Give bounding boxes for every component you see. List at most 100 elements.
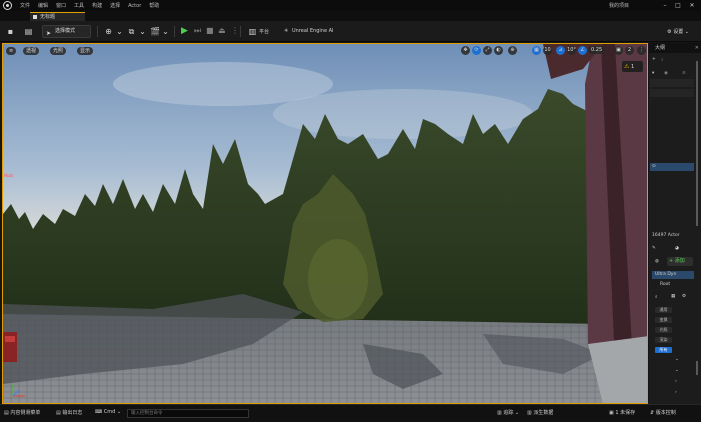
level-viewport[interactable]: ≡ 透视 光照 显示 ✥ ⟳ ⤢ ◐ ⊕ ▦ 10 ⊿ 10° ∠ 0.25 ▣… [2, 43, 648, 404]
derived-data-button[interactable]: ▥ 派生数据 [527, 409, 553, 416]
add-actor-icon[interactable]: ⊕ [104, 27, 113, 36]
camera-speed-icon[interactable]: ▣ [614, 46, 623, 55]
minimize-button[interactable]: – [660, 1, 670, 10]
blueprint-icon[interactable]: ⧉ [127, 27, 136, 36]
arrow-icon[interactable]: › [675, 379, 677, 384]
arrow-icon[interactable]: › [675, 390, 677, 395]
viewport-lit-button[interactable]: 光照 [50, 47, 67, 55]
tab-level[interactable]: 无标题 [30, 12, 85, 21]
settings-label: 设置 [673, 29, 684, 35]
gear-icon[interactable]: ⚙ [682, 294, 686, 299]
component-icon[interactable]: ◍ [655, 259, 659, 264]
chevron-down-icon[interactable]: ⌄ [161, 27, 170, 36]
close-button[interactable]: ✕ [687, 1, 697, 10]
viewport-overlay-text: Huts [4, 173, 14, 178]
chevron-down-icon[interactable]: ⌄ [138, 27, 147, 36]
add-icon[interactable]: + [652, 57, 656, 62]
platforms-label[interactable]: 平台 [259, 28, 269, 35]
filter-general-button[interactable]: 通用 [655, 307, 672, 313]
source-control-button[interactable]: ⇵ 版本控制 [650, 409, 676, 416]
stop-icon[interactable]: ■ [206, 26, 214, 36]
details-scrollbar[interactable] [696, 361, 698, 375]
content-browser-icon[interactable]: ▤ [24, 27, 33, 36]
chevron-down-icon[interactable]: ⌄ [115, 27, 124, 36]
layout-icon[interactable]: ▦ [671, 294, 675, 299]
warning-badge[interactable]: ⚠ 1 [622, 61, 643, 72]
menu-edit[interactable]: 编辑 [38, 2, 48, 9]
filter-icon[interactable]: ▾ [652, 71, 654, 76]
tab-bar: 无标题 [0, 11, 701, 21]
chevron-down-icon[interactable]: ⌄ [675, 368, 679, 373]
scale-icon[interactable]: ⤢ [483, 46, 492, 55]
menu-help[interactable]: 帮助 [149, 2, 159, 9]
unsaved-button[interactable]: ▣ 1 未保存 [609, 409, 635, 416]
warning-count: 1 [630, 64, 635, 70]
cmd-button[interactable]: ⌨ Cmd ⌄ [95, 409, 121, 415]
scale-snap-icon[interactable]: ∠ [578, 46, 587, 55]
filter-lighting-button[interactable]: 光照 [655, 327, 672, 333]
world-local-icon[interactable]: ⊕ [508, 46, 517, 55]
cinematics-icon[interactable]: 🎬 [150, 27, 160, 36]
menu-actor[interactable]: Actor [128, 3, 141, 9]
type-icon[interactable]: ≡ [682, 71, 686, 76]
surface-snap-icon[interactable]: ◐ [494, 46, 503, 55]
output-log-button[interactable]: ▤ 输出日志 [56, 409, 82, 416]
warning-icon: ⚠ [624, 63, 630, 70]
filter-transform-button[interactable]: 变换 [655, 317, 672, 323]
menu-window[interactable]: 窗口 [56, 2, 66, 9]
rotation-snap-value[interactable]: 10° [567, 46, 576, 55]
grid-size-value[interactable]: 10 [543, 46, 552, 55]
output-log-label: 输出日志 [62, 410, 83, 416]
settings-button[interactable]: ⚙ 设置 ⌄ [667, 28, 689, 35]
project-name: 我的项目 [608, 3, 629, 9]
eject-icon[interactable]: ⏏ [218, 26, 226, 36]
outliner-title: 大纲 [655, 45, 666, 51]
outliner-scrollbar[interactable] [696, 61, 698, 226]
camera-speed-value[interactable]: 2 [625, 46, 634, 55]
move-icon[interactable]: ⟳ [472, 46, 481, 55]
add-component-button[interactable]: + 添加 [667, 257, 693, 266]
filter-all-button[interactable]: 所有 [655, 347, 672, 353]
visibility-icon[interactable]: ◉ [664, 71, 668, 76]
content-drawer-button[interactable]: ▤ 内容侧滑菜单 [4, 409, 40, 416]
more-options-icon[interactable]: ⋮ [231, 26, 239, 36]
list-item-selected[interactable]: ⊙ [650, 163, 694, 171]
scale-snap-value[interactable]: 0.25 [588, 46, 606, 54]
viewport-menu-button[interactable]: ≡ [6, 47, 17, 55]
add-component-label: 添加 [674, 258, 685, 264]
play-icon[interactable]: ▶ [181, 26, 188, 36]
menu-tools[interactable]: 工具 [74, 2, 84, 9]
save-icon[interactable]: ▪ [6, 27, 15, 36]
skip-icon[interactable]: ⏭ [194, 26, 201, 36]
console-input[interactable]: 输入控制台命令 [127, 409, 249, 418]
content-drawer-label: 内容侧滑菜单 [10, 410, 41, 416]
selected-row-icon: ⊙ [652, 164, 656, 169]
viewport-show-button[interactable]: 显示 [77, 47, 94, 55]
mode-select-button[interactable]: ➤ 选择模式 [42, 25, 91, 38]
menu-build[interactable]: 构建 [92, 2, 102, 9]
menu-file[interactable]: 文件 [20, 2, 30, 9]
platforms-icon[interactable]: ▥ [248, 27, 257, 36]
search-icon[interactable]: ⌕ [661, 57, 664, 63]
select-transform-icon[interactable]: ✥ [461, 46, 470, 55]
globe-icon[interactable]: ◕ [675, 246, 679, 251]
trace-button[interactable]: ▥ 追踪 ⌄ [497, 409, 519, 416]
outliner-header: 大纲 ✕ [649, 43, 701, 53]
menu-select[interactable]: 选择 [110, 2, 120, 9]
maximize-button[interactable]: □ [673, 1, 683, 10]
search-icon[interactable]: ⌕ [655, 294, 658, 300]
eyedropper-icon[interactable]: ✎ [652, 246, 656, 251]
close-icon[interactable]: ✕ [695, 43, 699, 53]
list-item[interactable] [650, 79, 694, 87]
list-item[interactable] [650, 89, 694, 97]
grid-snap-icon[interactable]: ▦ [532, 46, 541, 55]
unreal-logo-icon[interactable] [3, 1, 12, 10]
viewport-perspective-button[interactable]: 透视 [23, 47, 40, 55]
perf-label[interactable]: Unreal Engine AI [292, 28, 334, 34]
outliner-panel: 大纲 ✕ + ⌕ ▾ ◉ ≡ ⊙ 16497 Actor ✎ ◕ ◍ + 添加 … [649, 43, 701, 404]
details-row[interactable]: Ultra Dyn [652, 271, 694, 279]
filter-rendering-button[interactable]: 渲染 [655, 337, 672, 343]
chevron-down-icon[interactable]: ⌄ [675, 357, 679, 362]
viewport-options-icon[interactable]: ⋮ [637, 46, 646, 55]
rotation-snap-icon[interactable]: ⊿ [556, 46, 565, 55]
